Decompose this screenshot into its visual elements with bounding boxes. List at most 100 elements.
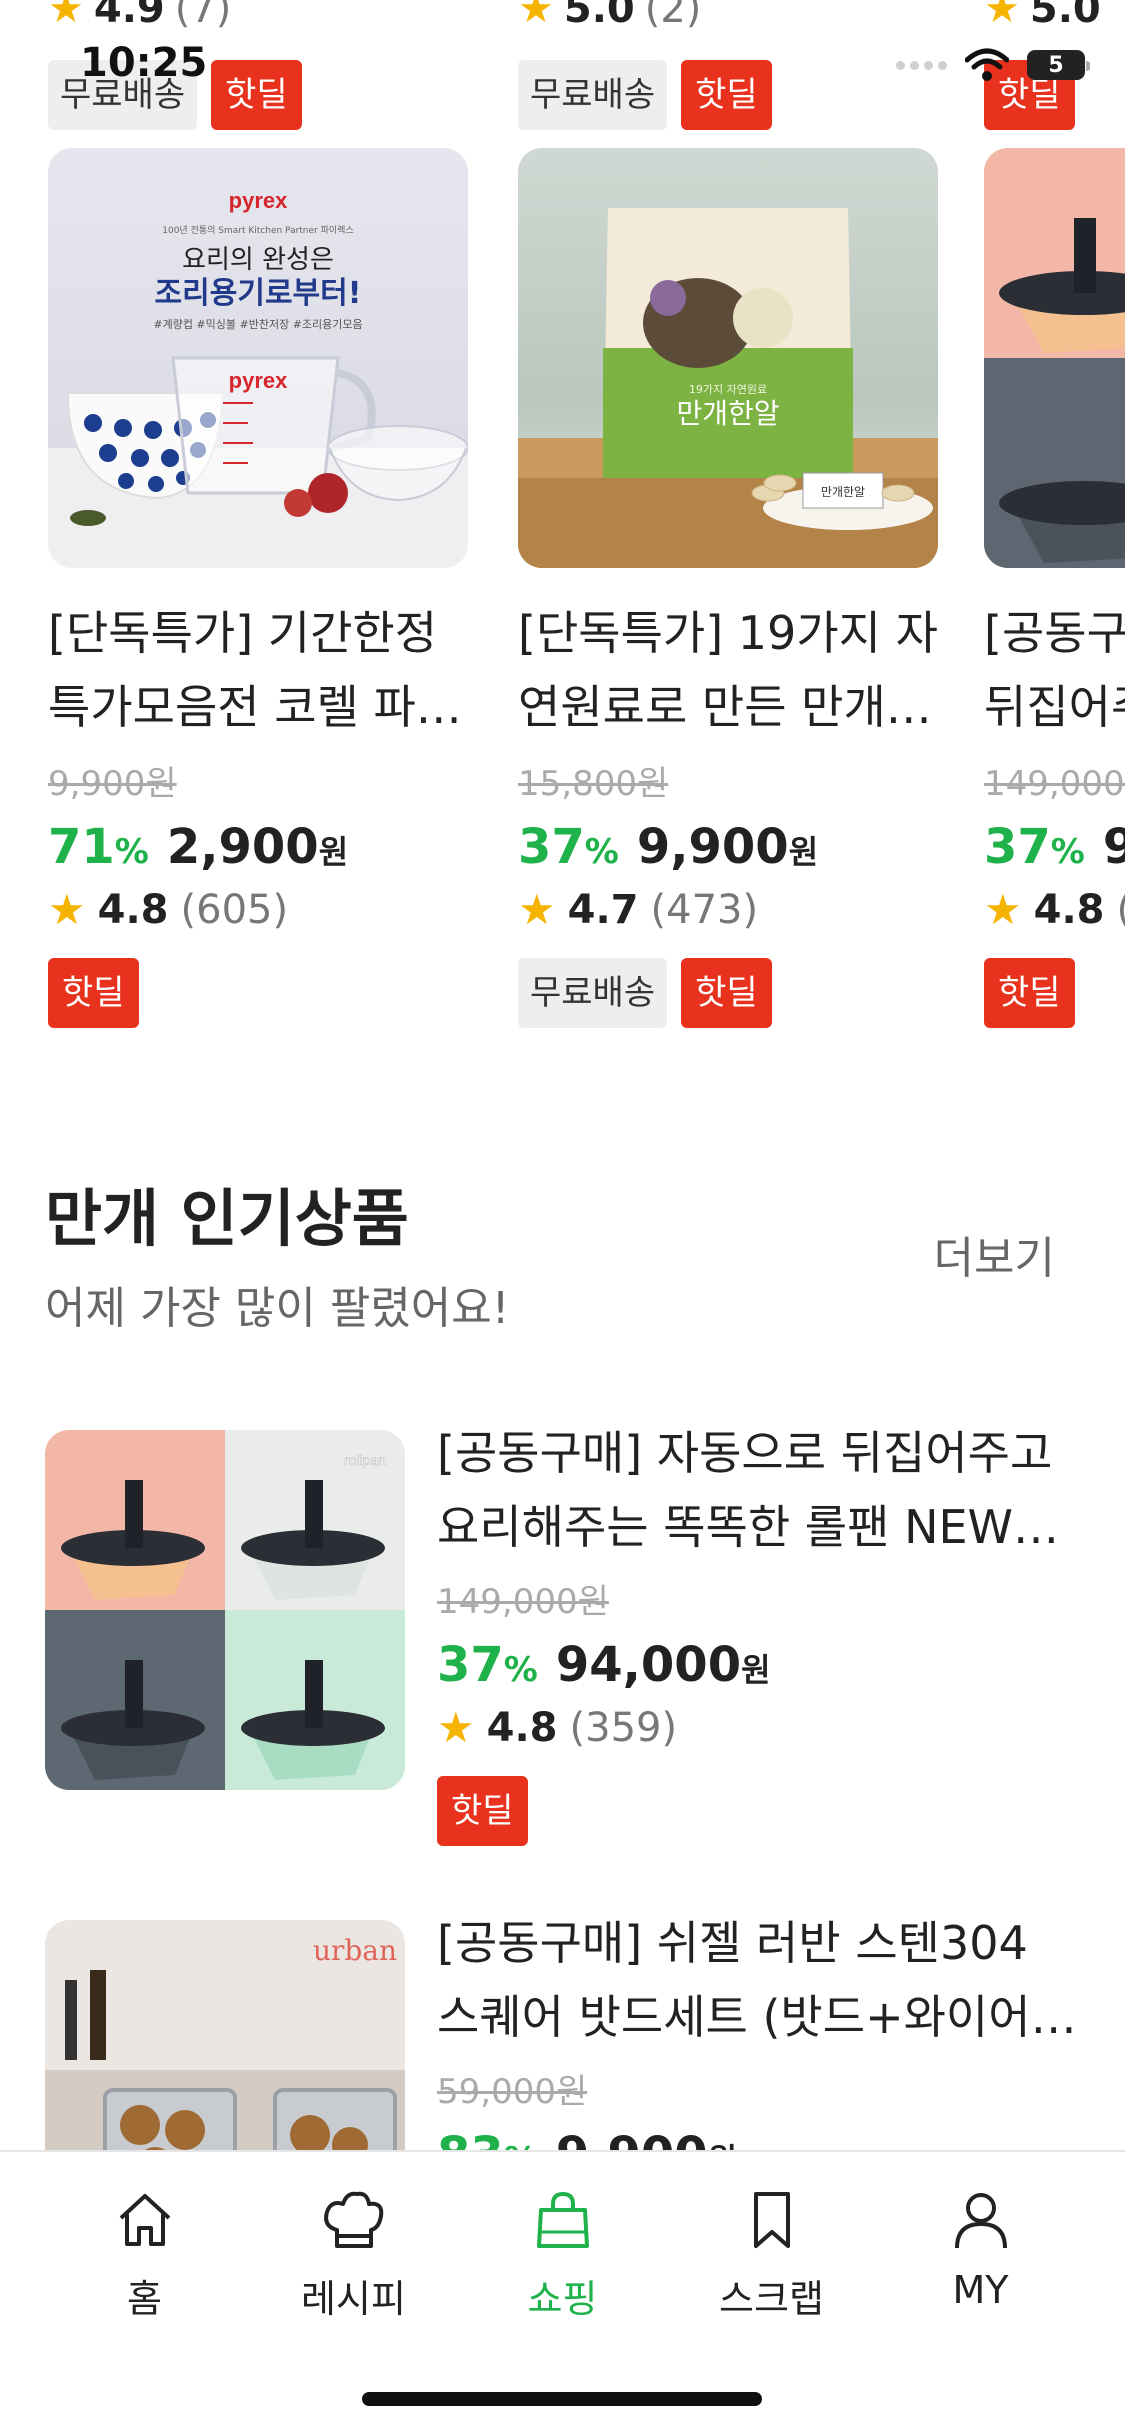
product-thumbnail[interactable]: rollpan: [45, 1430, 405, 1790]
badge-hotdeal: 핫딜: [48, 958, 139, 1028]
product-title[interactable]: [공동구매] 자동으로 뒤집어주고 요리해주는 똑똑한 롤팬 NEW…: [437, 1416, 1077, 1564]
svg-text:rollpan: rollpan: [344, 1452, 386, 1468]
svg-text:urban: urban: [313, 1934, 397, 1967]
price-row: 37% 94,000원: [984, 819, 1125, 875]
list-item[interactable]: urban [공동구매] 쉬젤 러반 스텐304 스퀘어 밧드세트 (밧드+와이…: [45, 1920, 1080, 2150]
product-title[interactable]: [공동구매] 자동으로 뒤집어주고 요리해주는: [984, 596, 1125, 744]
svg-text:pyrex: pyrex: [229, 368, 288, 393]
wifi-icon: [965, 48, 1009, 81]
price-row: 83% 9,900원: [437, 2127, 1077, 2150]
original-price: 9,900원: [48, 764, 177, 804]
rating-row: ★ 4.7 (473): [518, 885, 938, 934]
person-icon: [954, 2193, 1007, 2249]
svg-text:#계량컵 #믹싱볼 #반찬저장 #조리용기모음: #계량컵 #믹싱볼 #반찬저장 #조리용기모음: [153, 317, 362, 331]
section-title: 만개 인기상품: [45, 1182, 409, 1255]
badge-free-shipping: 무료배송: [518, 60, 668, 130]
shopping-bag-icon: [536, 2191, 589, 2248]
list-item-info: [공동구매] 자동으로 뒤집어주고 요리해주는 똑똑한 롤팬 NEW… 149,…: [437, 1416, 1077, 1846]
product-title[interactable]: [단독특가] 19가지 자연원료로 만든 만개…: [518, 596, 938, 744]
sale-price: 94,000원: [555, 1637, 771, 1693]
badge-row: 핫딜: [48, 958, 468, 1028]
star-icon: ★: [984, 0, 1020, 32]
product-thumbnail[interactable]: [984, 148, 1125, 568]
section-subtitle: 어제 가장 많이 팔렸어요!: [45, 1283, 510, 1334]
svg-text:요리의 완성은: 요리의 완성은: [182, 245, 334, 275]
rating-row: ★ 4.8 (359): [437, 1703, 1077, 1752]
price-row: 37% 9,900원: [518, 819, 938, 875]
badge-row: 무료배송 핫딜: [518, 958, 938, 1028]
badge-hotdeal: 핫딜: [984, 958, 1075, 1028]
price-row: 71% 2,900원: [48, 819, 468, 875]
product-thumbnail[interactable]: pyrex 100년 전통의 Smart Kitchen Partner 파이렉…: [48, 148, 468, 568]
rollpan-product-image: rollpan: [45, 1430, 405, 1790]
original-price: 59,000원: [437, 2072, 588, 2112]
rating-row: ★ 4.8 (605): [48, 885, 468, 934]
star-icon: ★: [518, 0, 554, 32]
rating-row: ★ 4.8 (359): [984, 885, 1125, 934]
product-card[interactable]: [공동구매] 자동으로 뒤집어주고 요리해주는 149,000원 37% 94,…: [984, 148, 1125, 1028]
svg-text:조리용기로부터!: 조리용기로부터!: [155, 276, 362, 311]
list-item[interactable]: rollpan [공동구매] 자동으로 뒤집어주고 요리해주는 똑똑한 롤팬 N…: [45, 1426, 1080, 1846]
home-indicator[interactable]: [362, 2392, 762, 2406]
review-count: (359): [1117, 887, 1125, 933]
original-price: 149,000원: [437, 1582, 609, 1622]
original-price: 15,800원: [518, 764, 669, 804]
chef-hat-icon: [323, 2191, 383, 2248]
pyrex-product-image: pyrex 100년 전통의 Smart Kitchen Partner 파이렉…: [48, 188, 468, 568]
review-count: (473): [650, 886, 759, 933]
rating-value: 4.8: [486, 1704, 558, 1751]
signal-icon: [896, 60, 947, 70]
star-icon: ★: [48, 0, 84, 32]
badge-hotdeal: 핫딜: [211, 60, 302, 130]
badge-free-shipping: 무료배송: [518, 958, 668, 1028]
nav-shopping[interactable]: 쇼핑: [473, 2190, 653, 2323]
more-link[interactable]: 더보기: [934, 1222, 1055, 1286]
rollpan-product-image: [984, 148, 1125, 568]
svg-text:만개한알: 만개한알: [676, 397, 779, 430]
sale-price: 94,000원: [1102, 819, 1125, 875]
nav-scrap[interactable]: 스크랩: [682, 2190, 862, 2323]
product-title[interactable]: [단독특가] 기간한정 특가모음전 코렐 파…: [48, 596, 468, 744]
shopping-page: 10:25 5 ★ 4.9 (7) ★ 5.0 (2) ★ 5.0 무료배송 핫…: [0, 0, 1125, 2436]
partial-badges-2: 무료배송 핫딜: [518, 60, 772, 130]
discount-rate: 71%: [48, 819, 149, 875]
rating-value: 4.7: [567, 886, 639, 933]
status-icons: 5: [896, 48, 1090, 82]
review-count: (359): [569, 1704, 678, 1751]
star-icon: ★: [48, 885, 86, 934]
badge-row: 핫딜: [437, 1776, 1077, 1846]
sale-price: 2,900원: [166, 819, 349, 875]
product-thumbnail[interactable]: 만개한알 19가지 자연원료 만개한알: [518, 148, 938, 568]
star-icon: ★: [518, 885, 556, 934]
original-price: 149,000원: [984, 764, 1125, 804]
rating-value: 4.8: [1033, 886, 1105, 933]
sale-price: 9,900원: [556, 2127, 737, 2150]
partial-rating-3: ★ 5.0: [984, 0, 1101, 32]
nav-label: MY: [952, 2268, 1009, 2312]
partial-rating-1: ★ 4.9 (7): [48, 0, 231, 32]
badge-row: 핫딜: [984, 958, 1125, 1028]
urban-tray-product-image: urban: [45, 1920, 405, 2150]
product-card[interactable]: 만개한알 19가지 자연원료 만개한알 [단독특가] 19가지 자연원료로 만든…: [518, 148, 938, 1028]
bookmark-icon: [753, 2192, 790, 2248]
nav-my[interactable]: MY: [891, 2190, 1071, 2323]
badge-hotdeal: 핫딜: [681, 60, 772, 130]
badge-hotdeal: 핫딜: [681, 958, 772, 1028]
status-time: 10:25: [80, 40, 208, 86]
product-thumbnail[interactable]: urban: [45, 1920, 405, 2150]
broth-tablet-product-image: 만개한알 19가지 자연원료 만개한알: [518, 208, 938, 568]
nav-label: 스크랩: [719, 2277, 824, 2321]
nav-recipe[interactable]: 레시피: [264, 2190, 444, 2323]
review-count: (605): [180, 886, 289, 933]
product-card[interactable]: pyrex 100년 전통의 Smart Kitchen Partner 파이렉…: [48, 148, 468, 1028]
discount-rate: 37%: [518, 819, 619, 875]
svg-text:만개한알: 만개한알: [821, 485, 865, 499]
nav-home[interactable]: 홈: [55, 2190, 235, 2323]
battery-icon: 5: [1027, 50, 1090, 80]
price-row: 37% 94,000원: [437, 1637, 1077, 1693]
nav-label: 홈: [127, 2277, 162, 2321]
rating-value: 4.8: [97, 886, 169, 933]
discount-rate: 37%: [984, 819, 1085, 875]
product-title[interactable]: [공동구매] 쉬젤 러반 스텐304 스퀘어 밧드세트 (밧드+와이어…: [437, 1920, 1077, 2054]
nav-label: 쇼핑: [527, 2277, 598, 2321]
